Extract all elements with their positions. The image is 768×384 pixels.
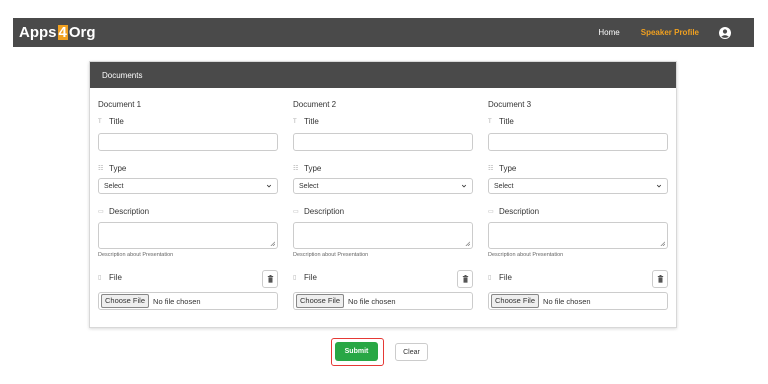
description-label-text: Description xyxy=(109,207,150,216)
type-label-text: Type xyxy=(499,164,517,173)
file-icon: ▯ xyxy=(293,274,297,281)
resize-grip-icon[interactable] xyxy=(660,241,665,246)
description-hint: Description about Presentation xyxy=(488,252,564,258)
title-label: T Title xyxy=(98,117,278,126)
clear-button[interactable]: Clear xyxy=(395,343,428,361)
card-header: Documents xyxy=(90,62,676,88)
text-icon: T xyxy=(293,118,297,125)
nav-link-speaker-profile[interactable]: Speaker Profile xyxy=(641,28,699,37)
document-3-delete-button[interactable] xyxy=(652,270,668,288)
document-2-file-input[interactable]: Choose File No file chosen xyxy=(293,292,473,310)
document-1-heading: Document 1 xyxy=(98,100,142,109)
brand-logo[interactable]: Apps 4 Org xyxy=(19,24,96,41)
chevron-down-icon xyxy=(656,184,662,188)
text-icon: T xyxy=(98,118,102,125)
list-icon: ☷ xyxy=(293,165,299,172)
type-label: ☷ Type xyxy=(98,164,278,173)
type-label-text: Type xyxy=(304,164,322,173)
trash-icon xyxy=(657,275,663,283)
title-label: T Title xyxy=(488,117,668,126)
card-header-title: Documents xyxy=(102,70,143,80)
document-1-description-textarea[interactable] xyxy=(98,222,278,249)
top-navbar: Apps 4 Org Home Speaker Profile xyxy=(13,18,754,47)
file-row: ▯ File xyxy=(98,270,278,290)
document-3-title-input[interactable] xyxy=(488,133,668,151)
resize-grip-icon[interactable] xyxy=(270,241,275,246)
list-icon: ☷ xyxy=(488,165,494,172)
title-label: T Title xyxy=(293,117,473,126)
file-status: No file chosen xyxy=(348,296,396,306)
document-1-title-input[interactable] xyxy=(98,133,278,151)
choose-file-button[interactable]: Choose File xyxy=(296,294,345,308)
file-icon: ▯ xyxy=(98,274,102,281)
type-label: ☷ Type xyxy=(488,164,668,173)
brand-four: 4 xyxy=(57,24,68,41)
file-icon: ▯ xyxy=(488,274,492,281)
chevron-down-icon xyxy=(266,184,272,188)
type-label: ☷ Type xyxy=(293,164,473,173)
title-label-text: Title xyxy=(304,117,319,126)
type-selected-value: Select xyxy=(299,182,319,190)
comment-icon: ▭ xyxy=(488,208,494,215)
file-row: ▯ File xyxy=(488,270,668,290)
title-label-text: Title xyxy=(499,117,514,126)
document-2-title-input[interactable] xyxy=(293,133,473,151)
nav-link-home[interactable]: Home xyxy=(598,28,619,37)
comment-icon: ▭ xyxy=(293,208,299,215)
description-label: ▭ Description xyxy=(98,207,278,216)
file-status: No file chosen xyxy=(543,296,591,306)
document-1-delete-button[interactable] xyxy=(262,270,278,288)
file-label-text: File xyxy=(109,273,122,282)
brand-prefix: Apps xyxy=(19,24,57,41)
document-2-description-textarea[interactable] xyxy=(293,222,473,249)
brand-suffix: Org xyxy=(68,24,96,41)
chevron-down-icon xyxy=(461,184,467,188)
file-label: ▯ File xyxy=(488,273,512,282)
list-icon: ☷ xyxy=(98,165,104,172)
document-3-heading: Document 3 xyxy=(488,100,532,109)
document-2-delete-button[interactable] xyxy=(457,270,473,288)
document-2-type-select[interactable]: Select xyxy=(293,178,473,194)
choose-file-button[interactable]: Choose File xyxy=(101,294,150,308)
document-2-heading: Document 2 xyxy=(293,100,337,109)
description-label-text: Description xyxy=(304,207,345,216)
choose-file-button[interactable]: Choose File xyxy=(491,294,540,308)
nav-links: Home Speaker Profile xyxy=(598,26,754,39)
text-icon: T xyxy=(488,118,492,125)
type-label-text: Type xyxy=(109,164,127,173)
description-hint: Description about Presentation xyxy=(98,252,174,258)
user-circle-icon[interactable] xyxy=(719,26,731,39)
description-label: ▭ Description xyxy=(293,207,473,216)
document-3-column: Document 3 T Title ☷ Type Select ▭ Descr… xyxy=(488,100,668,310)
document-1-type-select[interactable]: Select xyxy=(98,178,278,194)
document-2-column: Document 2 T Title ☷ Type Select ▭ Descr… xyxy=(293,100,473,310)
file-label-text: File xyxy=(304,273,317,282)
file-row: ▯ File xyxy=(293,270,473,290)
description-hint: Description about Presentation xyxy=(293,252,369,258)
file-label: ▯ File xyxy=(98,273,122,282)
file-status: No file chosen xyxy=(153,296,201,306)
trash-icon xyxy=(462,275,468,283)
title-label-text: Title xyxy=(109,117,124,126)
document-3-description-textarea[interactable] xyxy=(488,222,668,249)
document-1-file-input[interactable]: Choose File No file chosen xyxy=(98,292,278,310)
type-selected-value: Select xyxy=(494,182,514,190)
document-3-type-select[interactable]: Select xyxy=(488,178,668,194)
resize-grip-icon[interactable] xyxy=(465,241,470,246)
type-selected-value: Select xyxy=(104,182,124,190)
description-label: ▭ Description xyxy=(488,207,668,216)
description-label-text: Description xyxy=(499,207,540,216)
submit-button[interactable]: Submit xyxy=(335,342,378,361)
documents-card: Documents Document 1 T Title ☷ Type Sele… xyxy=(89,61,677,328)
comment-icon: ▭ xyxy=(98,208,104,215)
file-label: ▯ File xyxy=(293,273,317,282)
file-label-text: File xyxy=(499,273,512,282)
trash-icon xyxy=(267,275,273,283)
document-1-column: Document 1 T Title ☷ Type Select ▭ Descr… xyxy=(98,100,278,310)
document-3-file-input[interactable]: Choose File No file chosen xyxy=(488,292,668,310)
